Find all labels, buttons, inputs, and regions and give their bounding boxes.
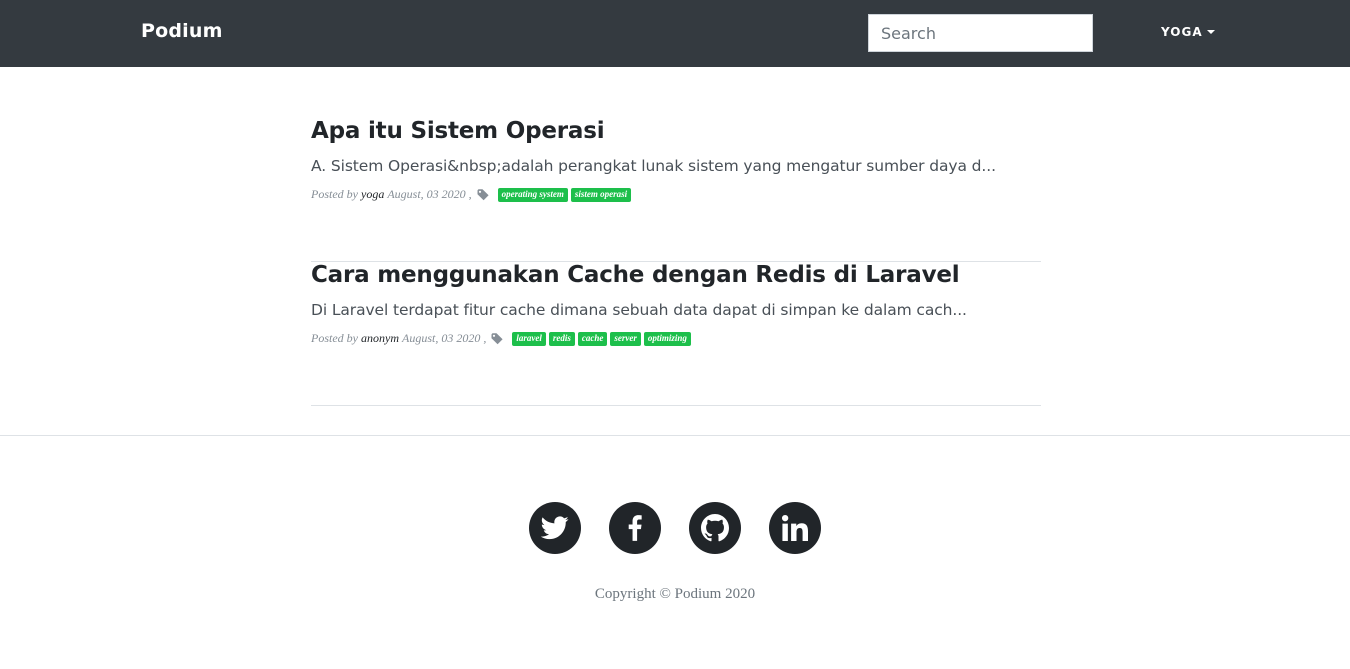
tag-badge[interactable]: cache	[577, 331, 608, 346]
post-meta: Posted by anonym August, 03 2020 , larav…	[311, 331, 694, 346]
post-date: August, 03 2020 ,	[387, 187, 472, 201]
facebook-icon	[628, 515, 642, 541]
tag-icon	[491, 332, 503, 344]
social-links	[529, 502, 821, 554]
post-title[interactable]: Cara menggunakan Cache dengan Redis di L…	[311, 262, 960, 288]
post-excerpt: A. Sistem Operasi&nbsp;adalah perangkat …	[311, 157, 996, 175]
twitter-icon	[541, 516, 569, 540]
post-excerpt: Di Laravel terdapat fitur cache dimana s…	[311, 301, 967, 319]
twitter-link[interactable]	[529, 502, 581, 554]
search-input[interactable]	[868, 14, 1093, 52]
post-meta: Posted by yoga August, 03 2020 , operati…	[311, 187, 634, 202]
brand-logo[interactable]: Podium	[141, 20, 223, 42]
top-navbar: Podium YOGA	[0, 0, 1350, 67]
github-icon	[701, 514, 729, 542]
tag-badge[interactable]: sistem operasi	[570, 187, 632, 202]
tag-icon	[477, 188, 489, 200]
post-author[interactable]: anonym	[361, 331, 399, 346]
tag-badge[interactable]: optimizing	[643, 331, 691, 346]
tag-badge[interactable]: laravel	[512, 331, 546, 346]
tag-badge[interactable]: operating system	[497, 187, 568, 202]
user-menu-label: YOGA	[1161, 25, 1203, 39]
footer-divider	[0, 435, 1350, 436]
facebook-link[interactable]	[609, 502, 661, 554]
linkedin-icon	[782, 515, 808, 541]
post-author[interactable]: yoga	[361, 187, 384, 202]
tag-badge[interactable]: server	[610, 331, 641, 346]
posted-by-label: Posted by	[311, 187, 358, 201]
post-date: August, 03 2020 ,	[402, 331, 487, 345]
post-preview: Apa itu Sistem Operasi A. Sistem Operasi…	[311, 118, 1041, 262]
post-preview: Cara menggunakan Cache dengan Redis di L…	[311, 262, 1041, 406]
post-title[interactable]: Apa itu Sistem Operasi	[311, 118, 605, 144]
copyright-text: Copyright © Podium 2020	[594, 586, 756, 602]
github-link[interactable]	[689, 502, 741, 554]
tag-badge[interactable]: redis	[548, 331, 575, 346]
posted-by-label: Posted by	[311, 331, 358, 345]
linkedin-link[interactable]	[769, 502, 821, 554]
caret-down-icon	[1206, 30, 1215, 34]
user-menu-dropdown[interactable]: YOGA	[1161, 25, 1215, 39]
post-list: Apa itu Sistem Operasi A. Sistem Operasi…	[311, 118, 1041, 406]
